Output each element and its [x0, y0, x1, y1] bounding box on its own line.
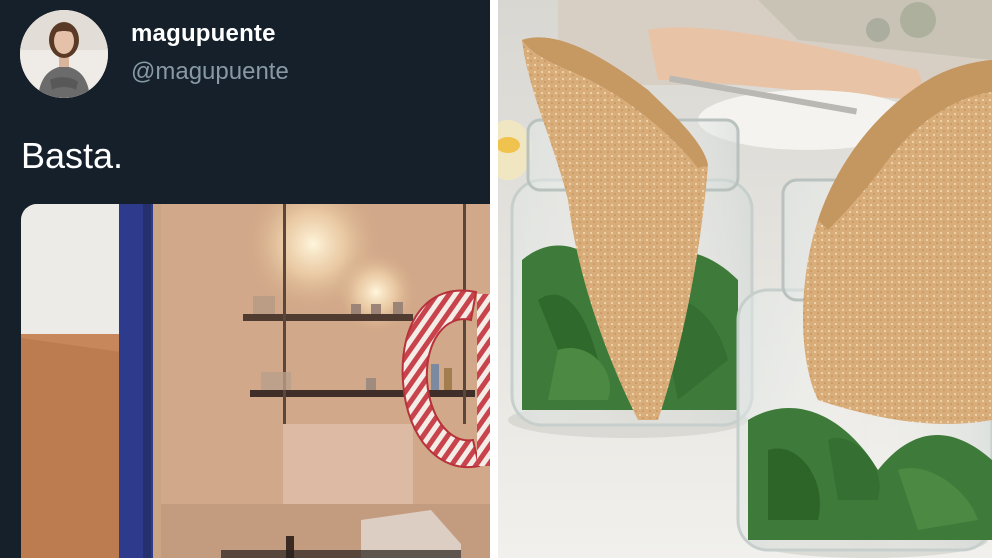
tweet-text: Basta.	[21, 135, 124, 176]
empanadas-in-jars-photo-icon	[498, 0, 992, 558]
divider	[490, 0, 498, 558]
display-name[interactable]: magupuente	[131, 20, 276, 48]
avatar[interactable]	[20, 10, 108, 98]
user-handle[interactable]: @magupuente	[131, 58, 289, 86]
profile-photo-icon	[20, 10, 108, 98]
storefront-photo-icon: C	[21, 204, 490, 558]
food-photo	[498, 0, 992, 558]
tweet-media[interactable]: C	[21, 204, 490, 558]
tweet-panel: magupuente @magupuente Basta. C	[0, 0, 490, 558]
